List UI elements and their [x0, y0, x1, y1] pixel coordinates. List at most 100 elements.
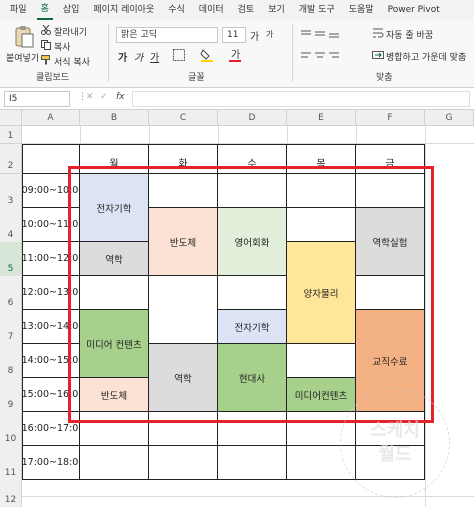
italic-button[interactable]: 가: [134, 49, 143, 64]
tab-home[interactable]: 홈: [36, 1, 53, 20]
copy-icon[interactable]: [40, 39, 52, 51]
row-header-12[interactable]: 12: [0, 480, 22, 507]
empty-cell[interactable]: [287, 174, 356, 208]
header-corner-cell[interactable]: [23, 145, 80, 174]
row-header-10[interactable]: 10: [0, 412, 22, 446]
class-cell[interactable]: 전자기학: [218, 310, 287, 344]
time-slot[interactable]: 09:00~10:00: [23, 174, 80, 208]
time-slot[interactable]: 17:00~18:00: [23, 446, 80, 480]
empty-cell[interactable]: [149, 412, 218, 446]
tab-help[interactable]: 도움말: [345, 0, 378, 20]
time-slot[interactable]: 14:00~15:00: [23, 344, 80, 378]
class-cell[interactable]: 양자물리: [287, 242, 356, 344]
row-header-5[interactable]: 5: [0, 242, 22, 276]
class-cell[interactable]: 반도체: [149, 208, 218, 276]
time-slot[interactable]: 11:00~12:00: [23, 242, 80, 276]
day-header-wed[interactable]: 수: [218, 145, 287, 174]
empty-cell[interactable]: [356, 412, 425, 446]
border-icon[interactable]: [172, 48, 186, 62]
empty-cell[interactable]: [287, 208, 356, 242]
day-header-tue[interactable]: 화: [149, 145, 218, 174]
align-horizontal-icons[interactable]: [300, 50, 340, 62]
paste-icon[interactable]: [10, 24, 38, 50]
select-all-corner[interactable]: [0, 110, 22, 126]
empty-cell[interactable]: [287, 344, 356, 378]
align-top-icons[interactable]: [300, 28, 340, 40]
day-header-thu[interactable]: 목: [287, 145, 356, 174]
column-header-e[interactable]: E: [287, 110, 356, 126]
empty-cell[interactable]: [218, 412, 287, 446]
tab-data[interactable]: 데이터: [195, 0, 228, 20]
wrap-text-icon[interactable]: [372, 26, 384, 40]
empty-cell[interactable]: [149, 446, 218, 480]
empty-cell[interactable]: [149, 276, 218, 344]
tab-file[interactable]: 파일: [6, 0, 31, 20]
empty-cell[interactable]: [356, 276, 425, 310]
tab-page-layout[interactable]: 페이지 레이아웃: [89, 0, 158, 20]
grow-font-button[interactable]: 가: [250, 28, 259, 43]
empty-cell[interactable]: [80, 412, 149, 446]
class-cell[interactable]: 역학: [80, 242, 149, 276]
class-cell[interactable]: 영어회화: [218, 208, 287, 276]
cancel-icon[interactable]: ✕: [86, 92, 94, 102]
row-header-7[interactable]: 7: [0, 310, 22, 344]
empty-cell[interactable]: [287, 412, 356, 446]
row-header-11[interactable]: 11: [0, 446, 22, 480]
row-header-2[interactable]: 2: [0, 144, 22, 174]
class-cell[interactable]: 미디어컨텐츠: [287, 378, 356, 412]
tab-view[interactable]: 보기: [264, 0, 289, 20]
name-box[interactable]: I5: [4, 91, 70, 107]
cut-button[interactable]: 잘라내기: [54, 25, 87, 38]
row-header-4[interactable]: 4: [0, 208, 22, 242]
cut-icon[interactable]: [40, 24, 52, 36]
row-header-9[interactable]: 9: [0, 378, 22, 412]
class-cell[interactable]: 현대사: [218, 344, 287, 412]
tab-developer[interactable]: 개발 도구: [295, 0, 339, 20]
function-icon[interactable]: fx: [116, 92, 125, 102]
merge-center-icon[interactable]: [372, 48, 384, 62]
time-slot[interactable]: 13:00~14:00: [23, 310, 80, 344]
enter-icon[interactable]: ✓: [100, 92, 108, 102]
time-slot[interactable]: 10:00~11:00: [23, 208, 80, 242]
empty-cell[interactable]: [218, 276, 287, 310]
font-size-select[interactable]: 11: [222, 27, 246, 43]
row-header-8[interactable]: 8: [0, 344, 22, 378]
empty-cell[interactable]: [218, 174, 287, 208]
row-header-3[interactable]: 3: [0, 174, 22, 208]
column-header-f[interactable]: F: [356, 110, 425, 126]
column-header-d[interactable]: D: [218, 110, 287, 126]
class-cell[interactable]: 미디어 컨텐츠: [80, 310, 149, 378]
empty-cell[interactable]: [287, 446, 356, 480]
empty-cell[interactable]: [80, 446, 149, 480]
empty-cell[interactable]: [356, 174, 425, 208]
fill-color-icon[interactable]: [200, 48, 214, 62]
wrap-text-button[interactable]: 자동 줄 바꿈: [386, 28, 433, 41]
paste-button[interactable]: 붙여넣기: [6, 51, 39, 64]
tab-power-pivot[interactable]: Power Pivot: [384, 0, 444, 20]
formula-input[interactable]: [132, 91, 470, 107]
column-header-c[interactable]: C: [149, 110, 218, 126]
day-header-mon[interactable]: 월: [80, 145, 149, 174]
font-color-icon[interactable]: 가: [228, 48, 242, 62]
day-header-fri[interactable]: 금: [356, 145, 425, 174]
underline-button[interactable]: 가: [150, 49, 159, 64]
row-header-6[interactable]: 6: [0, 276, 22, 310]
class-cell[interactable]: 전자기학: [80, 174, 149, 242]
merge-center-button[interactable]: 병합하고 가운데 맞춤: [386, 50, 466, 63]
time-slot[interactable]: 16:00~17:00: [23, 412, 80, 446]
empty-cell[interactable]: [80, 276, 149, 310]
column-header-a[interactable]: A: [22, 110, 80, 126]
tab-formulas[interactable]: 수식: [164, 0, 189, 20]
class-cell[interactable]: 반도체: [80, 378, 149, 412]
empty-cell[interactable]: [218, 446, 287, 480]
time-slot[interactable]: 12:00~13:00: [23, 276, 80, 310]
class-cell[interactable]: 역학실험: [356, 208, 425, 276]
column-header-b[interactable]: B: [80, 110, 149, 126]
tab-review[interactable]: 검토: [234, 0, 259, 20]
font-name-select[interactable]: 맑은 고딕: [116, 27, 218, 43]
copy-button[interactable]: 복사: [54, 40, 71, 53]
class-cell[interactable]: 교직수료: [356, 310, 425, 412]
bold-button[interactable]: 가: [118, 49, 127, 64]
empty-cell[interactable]: [149, 174, 218, 208]
column-header-g[interactable]: G: [425, 110, 474, 126]
